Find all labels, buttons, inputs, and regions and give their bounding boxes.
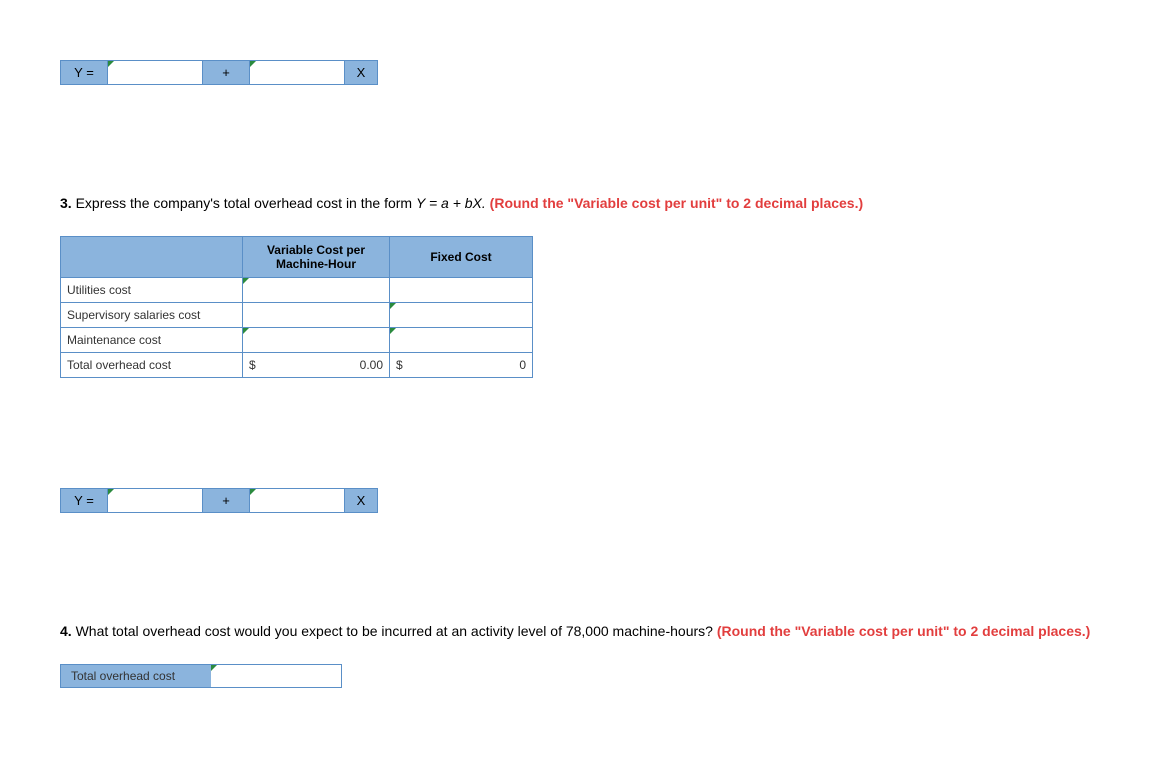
edit-indicator-icon (250, 489, 256, 495)
row-var-input[interactable] (243, 328, 390, 353)
formula1-input-b-cell[interactable] (250, 61, 345, 84)
cost-table: Variable Cost per Machine-Hour Fixed Cos… (60, 236, 533, 378)
edit-indicator-icon (243, 278, 249, 284)
row-label: Maintenance cost (61, 328, 243, 353)
total-label: Total overhead cost (61, 353, 243, 378)
edit-indicator-icon (390, 303, 396, 309)
row-label: Utilities cost (61, 278, 243, 303)
total-overhead-input-cell[interactable] (211, 665, 341, 687)
question3-red: (Round the "Variable cost per unit" to 2… (490, 195, 863, 211)
formula2-input-b[interactable] (250, 490, 344, 512)
question3-text: 3. Express the company's total overhead … (60, 195, 1093, 211)
cost-table-header-fixed: Fixed Cost (390, 237, 533, 278)
edit-indicator-icon (108, 61, 114, 67)
total-overhead-label: Total overhead cost (61, 665, 211, 687)
formula2-input-a[interactable] (108, 490, 202, 512)
row-label: Supervisory salaries cost (61, 303, 243, 328)
formula2-input-b-cell[interactable] (250, 489, 345, 512)
formula2-input-a-cell[interactable] (108, 489, 203, 512)
table-row: Maintenance cost (61, 328, 533, 353)
row-fix-input[interactable] (390, 278, 533, 303)
formula1-x-label: X (345, 61, 377, 84)
question4-number: 4. (60, 623, 72, 639)
formula1-plus: + (203, 61, 250, 84)
row-var-input[interactable] (243, 278, 390, 303)
edit-indicator-icon (211, 665, 217, 671)
cost-table-header-variable: Variable Cost per Machine-Hour (243, 237, 390, 278)
question3-body: Express the company's total overhead cos… (76, 195, 413, 211)
question3-formula: Y = a + bX. (416, 195, 486, 211)
row-fix-input[interactable] (390, 328, 533, 353)
total-fix: $ 0 (390, 353, 533, 378)
formula-row-1: Y = + X (60, 60, 378, 85)
cost-table-header-blank (61, 237, 243, 278)
formula2-x-label: X (345, 489, 377, 512)
table-row-total: Total overhead cost $ 0.00 $ 0 (61, 353, 533, 378)
question4-text: 4. What total overhead cost would you ex… (60, 623, 1093, 639)
table-row: Supervisory salaries cost (61, 303, 533, 328)
formula1-input-a-cell[interactable] (108, 61, 203, 84)
question4-red: (Round the "Variable cost per unit" to 2… (717, 623, 1090, 639)
total-var: $ 0.00 (243, 353, 390, 378)
edit-indicator-icon (390, 328, 396, 334)
edit-indicator-icon (108, 489, 114, 495)
formula1-input-b[interactable] (250, 62, 344, 84)
row-var-input[interactable] (243, 303, 390, 328)
total-overhead-row: Total overhead cost (60, 664, 342, 688)
question3-number: 3. (60, 195, 72, 211)
total-overhead-input[interactable] (211, 665, 341, 687)
formula1-y-label: Y = (61, 61, 108, 84)
formula2-plus: + (203, 489, 250, 512)
formula1-input-a[interactable] (108, 62, 202, 84)
question4-body: What total overhead cost would you expec… (76, 623, 713, 639)
edit-indicator-icon (250, 61, 256, 67)
table-row: Utilities cost (61, 278, 533, 303)
row-fix-input[interactable] (390, 303, 533, 328)
formula-row-2: Y = + X (60, 488, 378, 513)
formula2-y-label: Y = (61, 489, 108, 512)
edit-indicator-icon (243, 328, 249, 334)
